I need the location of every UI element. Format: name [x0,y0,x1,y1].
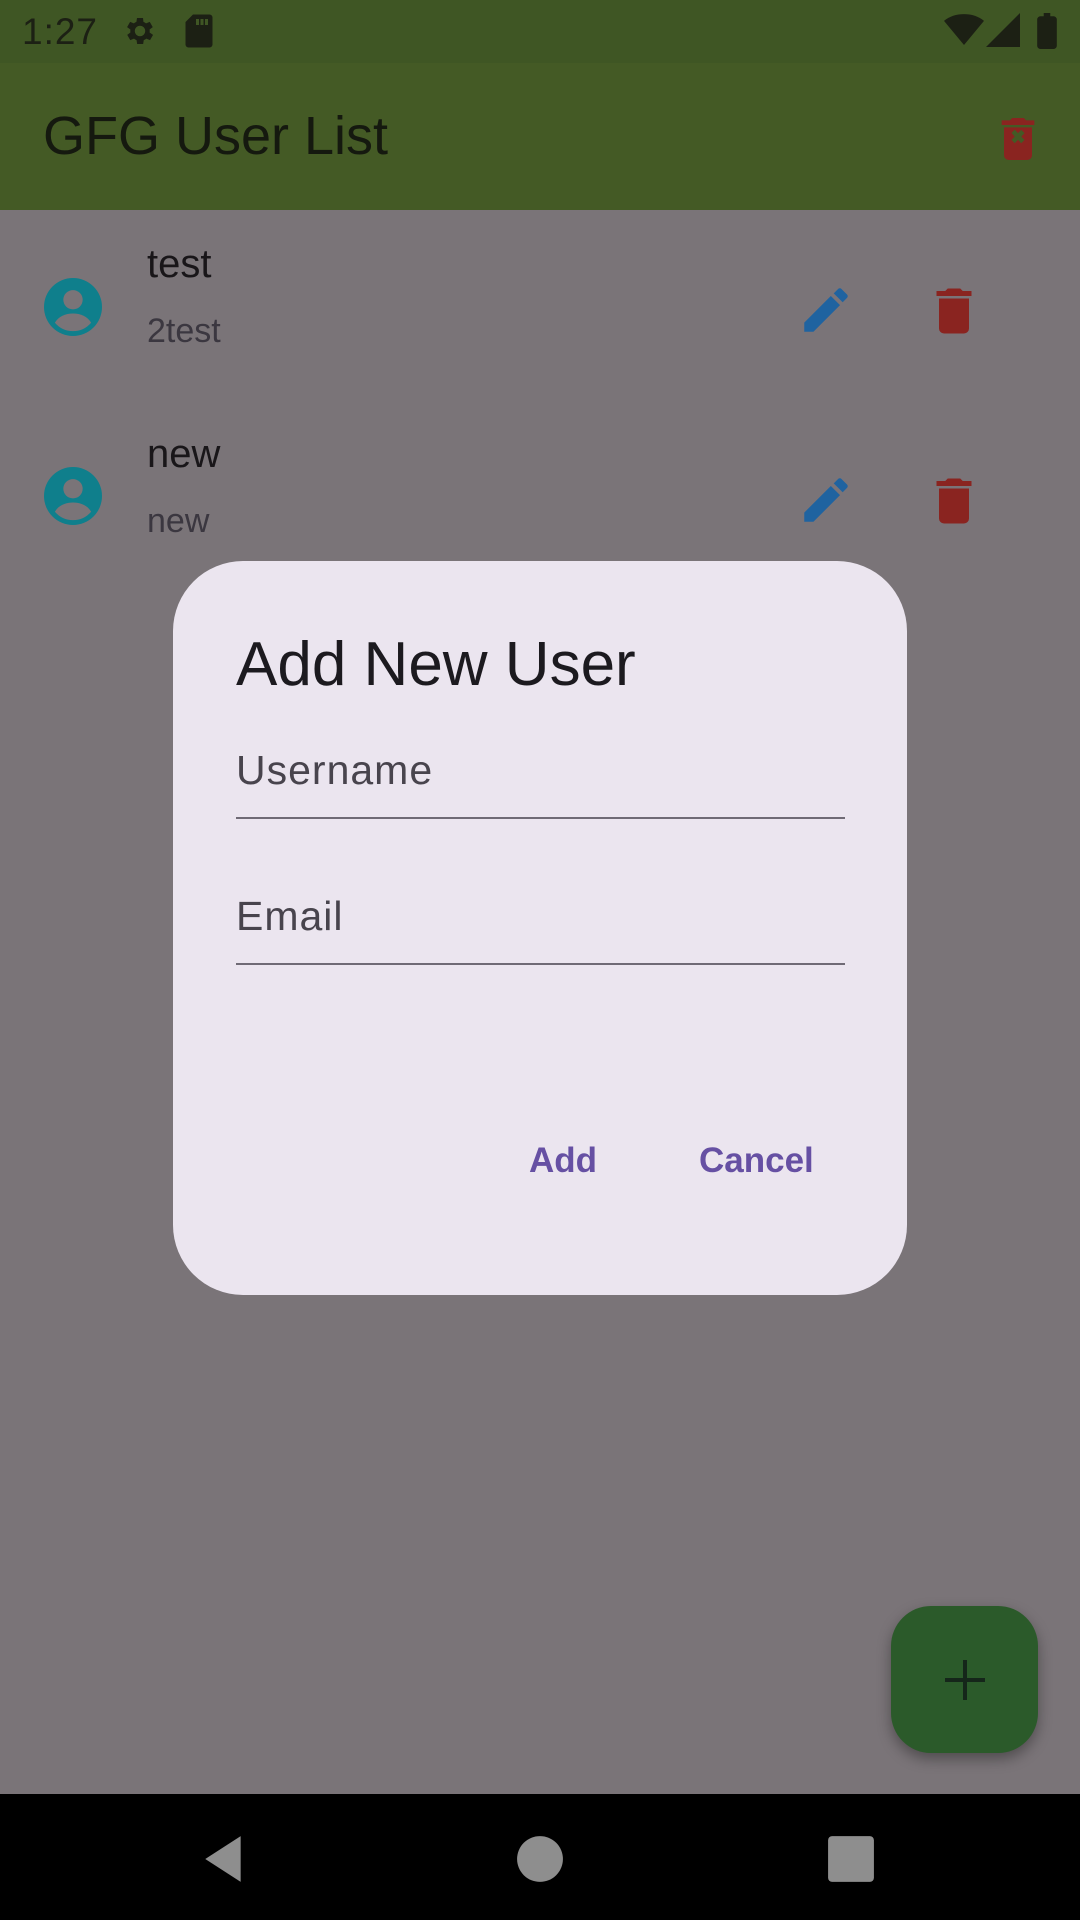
add-icon [945,1660,985,1700]
status-time: 1:27 [22,11,99,52]
recents-icon[interactable] [826,1834,876,1884]
edit-icon[interactable] [797,281,855,339]
add-user-dialog: Add New User Username Email Add Cancel [173,561,907,1295]
page-title: GFG User List [43,106,389,166]
app-bar: GFG User List [0,63,1080,210]
account-circle-icon [44,467,102,525]
settings-icon [127,17,154,45]
sd-card-icon [185,14,213,48]
email-label: Email [236,893,344,939]
add-button[interactable]: Add [529,1141,597,1181]
cancel-button[interactable]: Cancel [699,1141,814,1181]
list-item[interactable]: test 2test [0,242,1080,438]
email-field[interactable]: Email [236,863,845,965]
username-label: Username [236,747,434,793]
navigation-bar [0,1794,1080,1920]
user-name: test [147,242,212,286]
battery-icon [1037,13,1057,49]
status-bar: 1:27 [0,0,1080,63]
user-name: new [147,432,221,476]
add-user-fab[interactable] [891,1606,1038,1753]
edit-icon[interactable] [797,471,855,529]
wifi-icon [944,14,984,45]
cellular-icon [986,13,1020,47]
dialog-title: Add New User [236,630,636,699]
home-icon[interactable] [515,1834,565,1884]
user-email: new [147,502,210,540]
delete-icon[interactable] [924,281,984,341]
account-circle-icon [44,278,102,336]
username-field[interactable]: Username [236,717,845,819]
back-icon[interactable] [199,1834,249,1884]
delete-all-icon[interactable] [990,111,1046,167]
delete-icon[interactable] [924,471,984,531]
user-email: 2test [147,312,221,350]
